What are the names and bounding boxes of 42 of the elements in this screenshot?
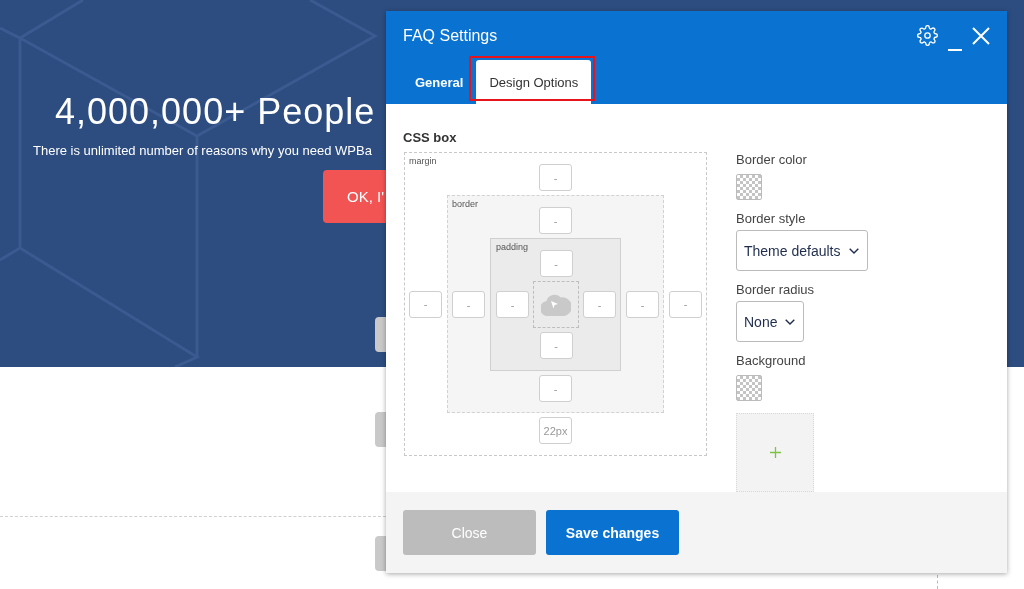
close-icon[interactable] xyxy=(972,26,990,45)
spacing-input[interactable]: - xyxy=(626,291,659,318)
spacing-input[interactable]: - xyxy=(409,290,442,318)
spacing-input[interactable]: - xyxy=(539,207,572,234)
spacing-input[interactable]: - xyxy=(539,164,572,191)
layer-label: border xyxy=(452,199,478,209)
section-title: CSS box xyxy=(403,130,458,146)
hero-subtitle: There is unlimited number of reasons why you need WPBa xyxy=(33,143,372,159)
spacing-input[interactable]: 22px xyxy=(539,417,572,444)
layer-label: margin xyxy=(409,156,437,166)
minimize-icon[interactable] xyxy=(948,49,962,51)
hero-heading: 4,000,000+ People xyxy=(55,92,376,132)
side-handle[interactable] xyxy=(375,536,386,571)
image-upload-box[interactable] xyxy=(736,413,814,492)
save-button[interactable]: Save changes xyxy=(546,510,679,555)
dialog-title: FAQ Settings xyxy=(403,26,499,45)
field-label: Border color xyxy=(736,152,807,168)
spacing-input[interactable]: - xyxy=(539,332,573,359)
spacing-input[interactable]: - xyxy=(539,250,573,277)
field-label: Border radius xyxy=(736,282,815,298)
spacing-input[interactable]: - xyxy=(496,291,529,318)
side-handle[interactable] xyxy=(375,412,386,447)
color-swatch[interactable] xyxy=(736,375,762,401)
dropdown-select[interactable]: None xyxy=(736,301,805,342)
tab[interactable]: Design Options xyxy=(476,60,592,104)
chevron-down-icon xyxy=(785,318,796,325)
spacing-input[interactable]: - xyxy=(583,291,616,318)
spacing-input[interactable]: - xyxy=(539,375,572,402)
plus-icon xyxy=(769,447,781,458)
cta-button[interactable]: OK, I' xyxy=(323,170,386,223)
spacing-input[interactable]: - xyxy=(669,290,702,318)
layer-label: padding xyxy=(496,242,529,252)
chevron-down-icon xyxy=(848,247,859,254)
color-swatch[interactable] xyxy=(736,174,762,200)
spacing-input[interactable]: - xyxy=(452,291,485,318)
settings-icon[interactable] xyxy=(917,25,938,46)
dropdown-select[interactable]: Theme defaults xyxy=(736,230,868,271)
tab[interactable]: General xyxy=(403,60,470,104)
field-label: Border style xyxy=(736,211,806,227)
side-handle[interactable] xyxy=(375,317,386,352)
cloud-icon xyxy=(541,293,571,316)
field-label: Background xyxy=(736,353,806,369)
